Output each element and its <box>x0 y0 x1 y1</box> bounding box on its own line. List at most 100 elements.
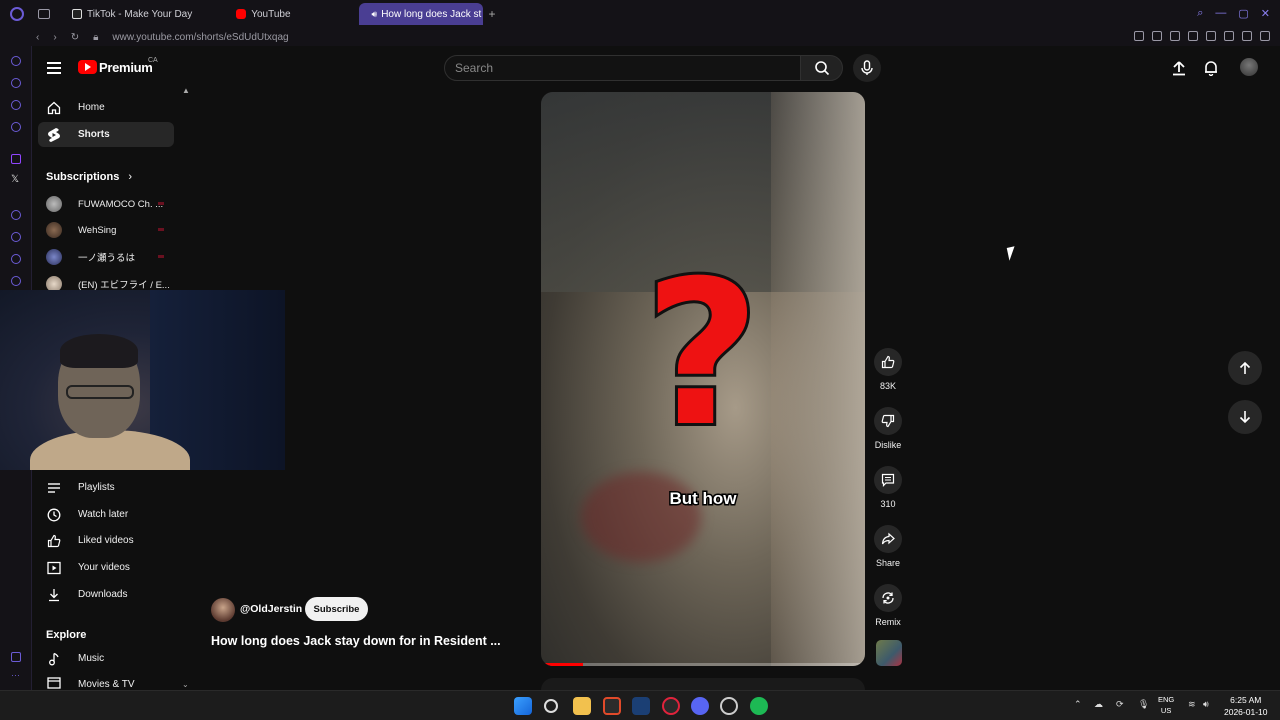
snapshot-icon[interactable] <box>1152 31 1162 41</box>
minimize-icon[interactable]: — <box>1215 7 1226 20</box>
search-icon[interactable] <box>544 699 558 713</box>
steam-icon[interactable] <box>632 697 650 715</box>
brave-icon[interactable] <box>603 697 621 715</box>
previous-short-button[interactable] <box>1228 351 1262 385</box>
sync-icon[interactable]: ⟳ <box>1116 699 1124 710</box>
messenger-icon[interactable] <box>11 122 21 132</box>
like-circle[interactable] <box>874 348 902 376</box>
tab-short-active[interactable]: 🔊︎ How long does Jack st <box>358 3 483 25</box>
tab-menu-icon[interactable] <box>38 9 50 19</box>
shorts-video-player[interactable]: ? But how <box>541 92 865 666</box>
subscribe-button[interactable]: Subscribe <box>305 597 368 621</box>
download-icon[interactable] <box>1242 31 1252 41</box>
sidebar-item-label: Playlists <box>78 482 115 493</box>
next-short-preview[interactable] <box>541 678 865 690</box>
account-avatar[interactable] <box>1240 58 1258 76</box>
comments-circle[interactable] <box>874 466 902 494</box>
discord-icon[interactable] <box>691 697 709 715</box>
opera-logo-icon[interactable] <box>10 7 24 21</box>
share-button[interactable]: Share <box>868 525 908 568</box>
pinboard-icon[interactable] <box>11 254 21 264</box>
bookmark-icon[interactable] <box>1134 31 1144 41</box>
remix-circle[interactable] <box>874 584 902 612</box>
next-short-button[interactable] <box>1228 400 1262 434</box>
onedrive-icon[interactable]: ☁ <box>1094 699 1103 710</box>
opera-gx-icon[interactable] <box>662 697 680 715</box>
subscription-item[interactable]: 一ノ瀬うるは <box>46 248 170 266</box>
more-icon[interactable]: ··· <box>11 670 20 680</box>
microphone-tray-icon[interactable]: 🎙︎ <box>1138 699 1149 710</box>
twitch-icon[interactable] <box>11 154 21 164</box>
aria-icon[interactable] <box>11 100 21 110</box>
player-sidebar-icon[interactable] <box>11 210 21 220</box>
dislike-circle[interactable] <box>874 407 902 435</box>
subscriptions-heading[interactable]: Subscriptions › <box>46 171 132 183</box>
subscription-item[interactable]: WehSing <box>46 221 170 239</box>
youtube-logo-icon[interactable] <box>78 60 97 74</box>
search-button[interactable] <box>800 55 843 81</box>
arrow-down-icon <box>1239 411 1251 424</box>
voice-search-button[interactable] <box>853 54 881 82</box>
video-progress-bar[interactable] <box>541 663 865 666</box>
tray-chevron-icon[interactable]: ⌃ <box>1074 699 1082 710</box>
back-icon[interactable]: ‹ <box>36 32 39 43</box>
gx-icon[interactable] <box>11 652 21 662</box>
system-clock[interactable]: 6:25 AM 2026-01-10 <box>1224 694 1267 718</box>
wifi-icon[interactable]: ≋ <box>1188 699 1196 710</box>
history-icon[interactable] <box>11 232 21 242</box>
reload-icon[interactable]: ↻ <box>71 32 79 43</box>
file-explorer-icon[interactable] <box>573 697 591 715</box>
sidebar-item-shorts[interactable]: Shorts <box>38 122 174 147</box>
start-icon[interactable] <box>514 697 532 715</box>
forward-icon[interactable]: › <box>53 32 56 43</box>
sidebar-item-watch-later[interactable]: Watch later <box>38 502 174 527</box>
sidebar-item-your-videos[interactable]: Your videos <box>38 555 174 580</box>
video-background-red <box>581 472 701 562</box>
extensions-icon[interactable] <box>11 78 21 88</box>
language-indicator[interactable]: ENG US <box>1158 694 1174 716</box>
refresh-sidebar-icon[interactable] <box>11 56 21 66</box>
sidebar-item-liked-videos[interactable]: Liked videos <box>38 528 174 553</box>
live-indicator <box>158 255 164 258</box>
profile-icon[interactable] <box>1224 31 1234 41</box>
channel-name[interactable]: @OldJerstin <box>240 603 302 615</box>
tab-tiktok[interactable]: TikTok - Make Your Day <box>64 3 200 25</box>
tab-youtube[interactable]: YouTube <box>228 3 298 25</box>
subscription-item[interactable]: FUWAMOCO Ch. ... <box>46 195 170 213</box>
like-button[interactable]: 83K <box>868 348 908 391</box>
comments-button[interactable]: 310 <box>868 466 908 509</box>
menu-icon[interactable] <box>47 62 61 74</box>
obs-icon[interactable] <box>720 697 738 715</box>
short-title[interactable]: How long does Jack stay down for in Resi… <box>211 634 501 648</box>
search-input[interactable] <box>445 56 800 80</box>
create-button[interactable] <box>1169 58 1189 78</box>
channel-avatar[interactable] <box>211 598 235 622</box>
movie-icon <box>46 675 62 690</box>
scroll-up-icon[interactable]: ▲ <box>182 86 190 95</box>
new-tab-button[interactable]: + <box>489 7 496 21</box>
channel-thumbnail[interactable] <box>876 640 902 666</box>
settings-icon[interactable] <box>11 276 21 286</box>
shield-icon[interactable] <box>1170 31 1180 41</box>
x-icon[interactable]: 𝕏 <box>11 174 19 185</box>
player-icon[interactable] <box>1188 31 1198 41</box>
notifications-button[interactable] <box>1201 58 1221 78</box>
url-field[interactable]: www.youtube.com/shorts/eSdUdUtxqag <box>112 32 288 43</box>
sidebar-item-home[interactable]: Home <box>38 95 174 120</box>
share-circle[interactable] <box>874 525 902 553</box>
remix-button[interactable]: Remix <box>868 584 908 627</box>
dislike-button[interactable]: Dislike <box>868 407 908 450</box>
sidebar-item-downloads[interactable]: Downloads <box>38 582 174 607</box>
sidebar-item-music[interactable]: Music <box>38 646 174 671</box>
close-icon[interactable]: ✕ <box>1261 7 1270 20</box>
scroll-down-icon[interactable]: ⌄ <box>182 680 189 689</box>
sidebar-item-playlists[interactable]: Playlists <box>38 475 174 500</box>
spotify-icon[interactable] <box>750 697 768 715</box>
sidebar-item-movies-tv[interactable]: Movies & TV <box>38 673 174 690</box>
brand-name[interactable]: Premium <box>99 60 153 75</box>
search-tabs-icon[interactable]: ⌕ <box>1197 7 1203 20</box>
volume-icon[interactable]: 🔊︎ <box>1203 699 1209 710</box>
menu-icon[interactable] <box>1260 31 1270 41</box>
maximize-icon[interactable]: ▢ <box>1238 7 1248 20</box>
heart-icon[interactable] <box>1206 31 1216 41</box>
